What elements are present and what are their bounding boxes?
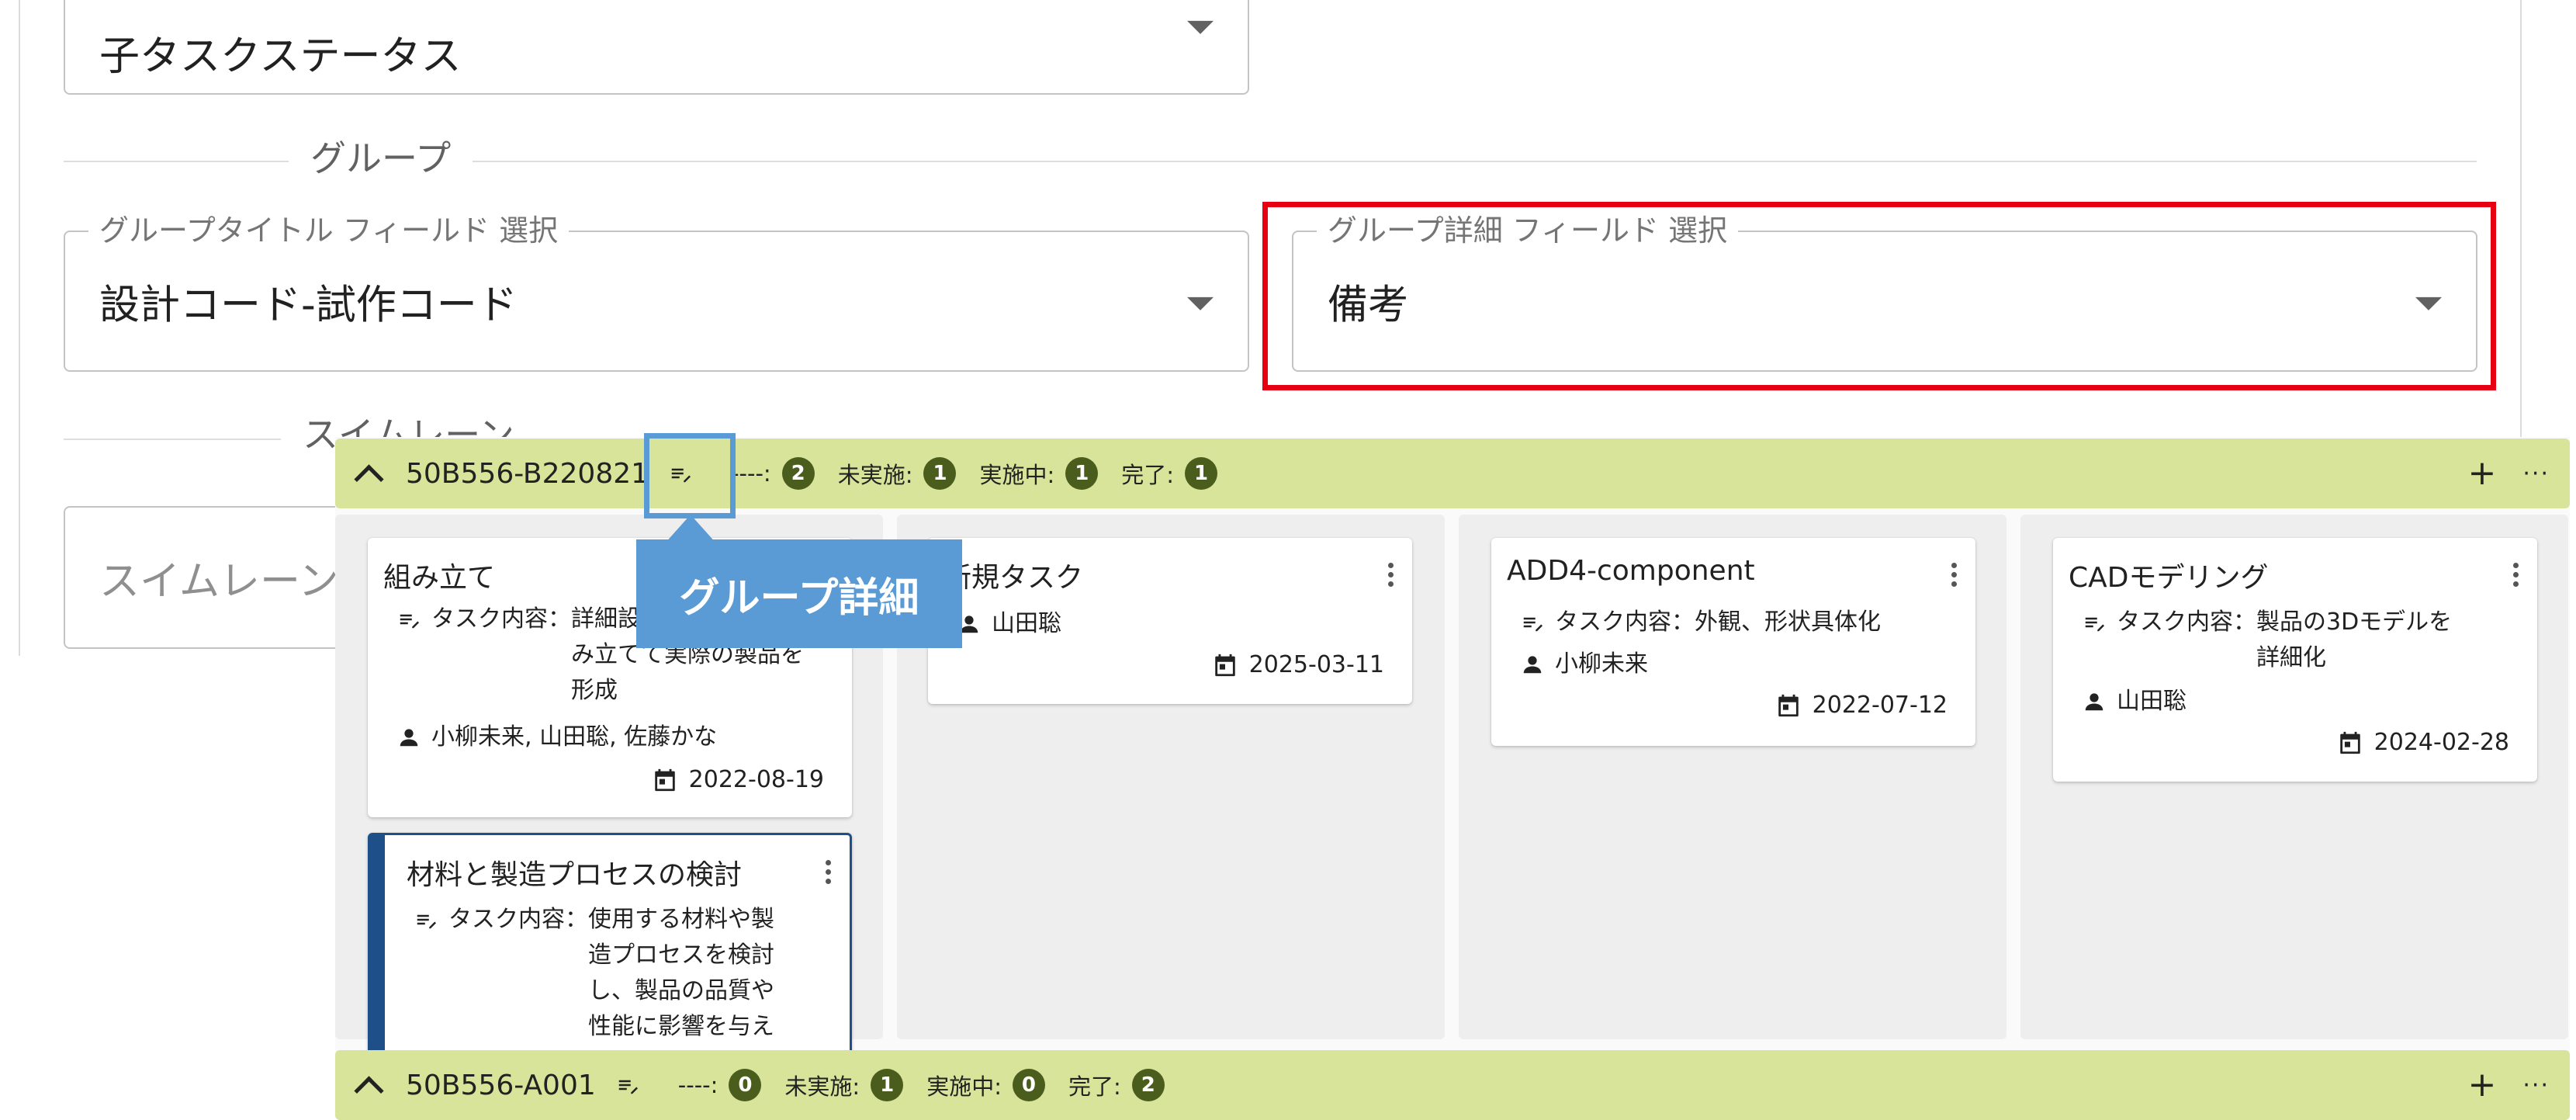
card-title: 材料と製造プロセスの検討	[407, 859, 743, 891]
more-vertical-icon[interactable]	[2512, 563, 2519, 587]
person-icon	[394, 720, 424, 755]
status-count-none: ----: 2	[731, 457, 815, 490]
due-date-row: 2022-08-19	[652, 766, 824, 793]
status-count-none: ----: 0	[678, 1069, 762, 1101]
notes-edit-icon	[411, 902, 441, 938]
card-title: 組み立て	[383, 562, 496, 594]
group-header-actions: + ···	[2468, 456, 2570, 491]
child-status-select[interactable]: 子タスクステータス	[64, 0, 1249, 95]
group-section-label: グループ	[289, 137, 473, 180]
child-status-value: 子タスクステータス	[99, 33, 462, 80]
count-badge: 1	[1185, 457, 1218, 490]
chevron-up-icon[interactable]	[354, 463, 384, 494]
group-detail-button-highlight	[644, 433, 736, 518]
more-vertical-icon[interactable]	[825, 860, 831, 884]
task-card-selected[interactable]: 材料と製造プロセスの検討 タスク内容： 使用する材料や製造プロセスを検討し、製品…	[368, 833, 852, 1066]
more-horizontal-icon[interactable]: ···	[2522, 460, 2550, 487]
chevron-up-icon[interactable]	[354, 1075, 384, 1106]
count-badge: 2	[781, 457, 815, 490]
more-horizontal-icon[interactable]: ···	[2522, 1072, 2550, 1099]
more-vertical-icon[interactable]	[1951, 563, 1957, 587]
calendar-icon	[1212, 652, 1238, 678]
assignee-row: 山田聡	[954, 606, 1061, 642]
group-title-field-select[interactable]: グループタイトル フィールド 選択 設計コード-試作コード	[64, 213, 1249, 372]
add-task-button[interactable]: +	[2468, 1068, 2497, 1102]
group-title-field-value: 設計コード-試作コード	[99, 282, 518, 329]
notes-edit-icon	[2079, 605, 2109, 640]
task-card[interactable]: ADD4-component タスク内容： 外観、形状具体化 小柳未来 2022…	[1491, 538, 1975, 746]
person-icon	[1518, 647, 1547, 682]
card-title: ADD4-component	[1507, 555, 1755, 587]
group-header-actions: + ···	[2468, 1068, 2570, 1102]
assignee-row: 小柳未来, 山田聡, 佐藤かな	[394, 720, 844, 755]
swimlane-section-divider	[64, 439, 281, 440]
status-count-in-progress: 実施中: 0	[926, 1069, 1045, 1101]
group-title-field-legend: グループタイトル フィールド 選択	[88, 213, 570, 248]
status-count-done: 完了: 2	[1068, 1069, 1165, 1101]
kanban-column: CADモデリング タスク内容： 製品の3Dモデルを詳細化 山田聡 2024-02…	[2020, 515, 2568, 1039]
count-badge: 1	[923, 457, 957, 490]
chevron-down-icon[interactable]	[1187, 296, 1214, 310]
kanban-column: ADD4-component タスク内容： 外観、形状具体化 小柳未来 2022…	[1459, 515, 2006, 1039]
count-badge: 1	[1065, 457, 1099, 490]
group-title: 50B556-A001	[406, 1069, 596, 1101]
status-count-in-progress: 実施中: 1	[979, 457, 1099, 490]
status-count-done: 完了: 1	[1121, 457, 1218, 490]
swimlane-field-placeholder: スイムレーン	[99, 558, 339, 605]
notes-edit-icon	[618, 1080, 638, 1094]
task-card[interactable]: 新規タスク 山田聡 2025-03-11	[928, 538, 1412, 704]
task-content-row: タスク内容： 製品の3Dモデルを詳細化	[2079, 605, 2514, 676]
card-title: 新規タスク	[943, 562, 1084, 594]
due-date-row: 2025-03-11	[1212, 651, 1384, 678]
status-count-not-started: 未実施: 1	[784, 1069, 904, 1101]
chevron-down-icon[interactable]	[1187, 20, 1214, 34]
calendar-icon	[652, 767, 678, 793]
card-title: CADモデリング	[2069, 562, 2269, 594]
assignee-row: 小柳未来	[1518, 647, 1648, 682]
group-detail-button[interactable]	[610, 1067, 646, 1103]
group-title: 50B556-B220821	[406, 457, 649, 490]
task-card[interactable]: CADモデリング タスク内容： 製品の3Dモデルを詳細化 山田聡 2024-02…	[2053, 538, 2537, 782]
highlight-annotation-box	[1262, 202, 2496, 390]
calendar-icon	[1775, 692, 1802, 719]
count-badge: 1	[871, 1069, 904, 1101]
task-content-row: タスク内容： 外観、形状具体化	[1518, 605, 1881, 640]
notes-edit-icon	[394, 602, 424, 637]
assignee-row: 山田聡	[2079, 684, 2186, 720]
status-count-not-started: 未実施: 1	[838, 457, 957, 490]
notes-edit-icon	[1518, 605, 1547, 640]
count-badge: 0	[1012, 1069, 1045, 1101]
calendar-icon	[2337, 730, 2363, 756]
count-badge: 0	[729, 1069, 762, 1101]
more-vertical-icon[interactable]	[1387, 563, 1394, 587]
person-icon	[2079, 684, 2109, 720]
kanban-column: 新規タスク 山田聡 2025-03-11	[897, 515, 1445, 1039]
add-task-button[interactable]: +	[2468, 456, 2497, 491]
due-date-row: 2024-02-28	[2337, 729, 2509, 756]
due-date-row: 2022-07-12	[1775, 692, 1948, 719]
group-detail-tooltip: グループ詳細	[636, 539, 962, 648]
task-content-row: タスク内容： 使用する材料や製造プロセスを検討し、製品の品質や性能に影響を与え	[411, 902, 846, 1045]
count-badge: 2	[1131, 1069, 1165, 1101]
group-header[interactable]: 50B556-A001 ----: 0 未実施: 1 実施中: 0 完了: 2 …	[335, 1050, 2570, 1120]
